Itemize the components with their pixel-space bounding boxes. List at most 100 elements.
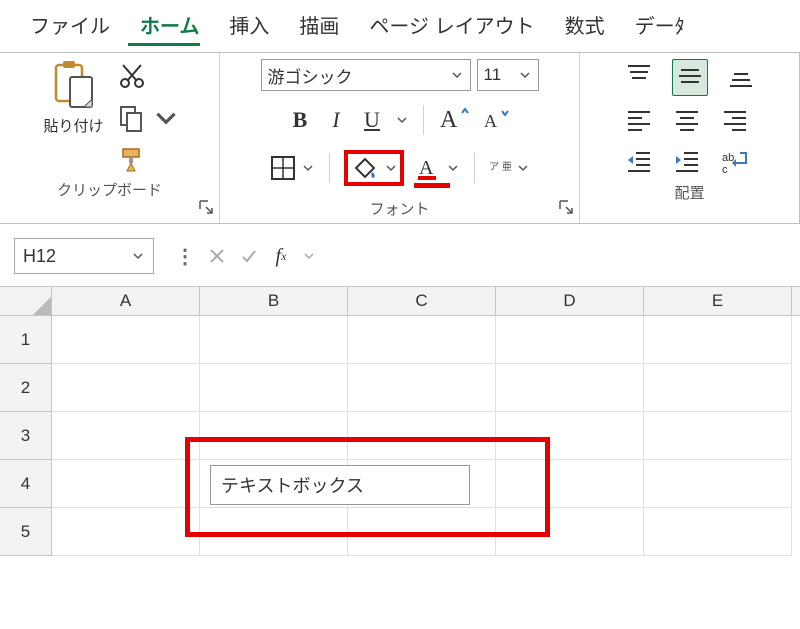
- chevron-down-icon: [301, 161, 315, 175]
- align-center-button[interactable]: [672, 106, 702, 137]
- textbox-shape[interactable]: テキストボックス: [210, 465, 470, 505]
- decrease-indent-icon: [624, 147, 654, 175]
- cell[interactable]: [52, 412, 200, 460]
- copy-button[interactable]: [117, 103, 181, 133]
- cell[interactable]: [52, 508, 200, 556]
- wrap-text-button[interactable]: abc: [720, 147, 750, 178]
- cell[interactable]: [644, 508, 792, 556]
- cell[interactable]: [644, 460, 792, 508]
- cell[interactable]: [200, 364, 348, 412]
- group-alignment: abc 配置: [580, 53, 799, 223]
- cell[interactable]: [644, 364, 792, 412]
- align-middle-button[interactable]: [672, 59, 708, 96]
- chevron-down-icon: [516, 161, 530, 175]
- row-header[interactable]: 5: [0, 508, 52, 556]
- font-color-icon: A: [414, 154, 442, 182]
- tab-draw[interactable]: 描画: [299, 10, 339, 39]
- col-header[interactable]: E: [644, 287, 792, 315]
- enter-button[interactable]: [234, 241, 264, 271]
- copy-icon: [117, 103, 147, 133]
- decrease-font-icon: A: [480, 103, 512, 133]
- format-painter-button[interactable]: [117, 145, 181, 175]
- increase-font-button[interactable]: A: [438, 103, 470, 136]
- group-font: 游ゴシック 11 B I U A A: [220, 53, 580, 223]
- chevron-down-icon[interactable]: [302, 249, 316, 263]
- dialog-launcher-icon: [557, 198, 575, 216]
- formula-menu[interactable]: ⋮: [170, 241, 200, 271]
- font-color-button[interactable]: A: [414, 154, 460, 182]
- cell[interactable]: [644, 316, 792, 364]
- cell[interactable]: [52, 316, 200, 364]
- group-alignment-label: 配置: [674, 182, 704, 203]
- chevron-down-icon: [131, 249, 145, 263]
- font-name-select[interactable]: 游ゴシック: [261, 59, 471, 91]
- increase-indent-button[interactable]: [672, 147, 702, 178]
- align-left-button[interactable]: [624, 106, 654, 137]
- cancel-button[interactable]: [202, 241, 232, 271]
- paste-button[interactable]: 貼り付け: [39, 59, 109, 136]
- font-launcher[interactable]: [557, 198, 575, 219]
- clipboard-launcher[interactable]: [197, 198, 215, 219]
- clipboard-side: [117, 61, 181, 175]
- borders-button[interactable]: [269, 154, 315, 182]
- phonetic-button[interactable]: ア 亜: [489, 161, 530, 175]
- italic-button[interactable]: I: [323, 107, 349, 133]
- tab-insert[interactable]: 挿入: [229, 10, 269, 39]
- decrease-font-button[interactable]: A: [480, 103, 512, 136]
- cell[interactable]: [200, 316, 348, 364]
- align-right-button[interactable]: [720, 106, 750, 137]
- svg-text:A: A: [484, 111, 497, 131]
- increase-font-icon: A: [438, 103, 470, 133]
- font-size-select[interactable]: 11: [477, 59, 539, 91]
- dialog-launcher-icon: [197, 198, 215, 216]
- tab-page-layout[interactable]: ページ レイアウト: [369, 10, 534, 39]
- row-header[interactable]: 3: [0, 412, 52, 460]
- font-name-value: 游ゴシック: [268, 63, 353, 88]
- align-top-button[interactable]: [624, 62, 654, 93]
- insert-function-button[interactable]: fx: [266, 241, 296, 271]
- cell[interactable]: [644, 412, 792, 460]
- cell[interactable]: [52, 460, 200, 508]
- svg-text:A: A: [440, 107, 458, 133]
- tab-formulas[interactable]: 数式: [565, 10, 605, 39]
- row-header[interactable]: 4: [0, 460, 52, 508]
- cell[interactable]: [348, 364, 496, 412]
- row-header[interactable]: 2: [0, 364, 52, 412]
- align-bottom-icon: [726, 62, 756, 90]
- decrease-indent-button[interactable]: [624, 147, 654, 178]
- cell[interactable]: [496, 364, 644, 412]
- chevron-down-icon[interactable]: [395, 113, 409, 127]
- col-header[interactable]: C: [348, 287, 496, 315]
- align-bottom-button[interactable]: [726, 62, 756, 93]
- group-font-label: フォント: [369, 198, 429, 219]
- col-header[interactable]: B: [200, 287, 348, 315]
- svg-text:ab: ab: [722, 152, 734, 164]
- cell[interactable]: [348, 316, 496, 364]
- tab-data[interactable]: デーﾀ: [635, 10, 685, 39]
- check-icon: [240, 247, 258, 265]
- underline-button[interactable]: U: [359, 107, 385, 133]
- tab-file[interactable]: ファイル: [30, 10, 110, 39]
- paint-bucket-icon: [350, 154, 380, 182]
- svg-text:c: c: [722, 164, 728, 175]
- cell[interactable]: [496, 316, 644, 364]
- row-header[interactable]: 1: [0, 316, 52, 364]
- cell[interactable]: [52, 364, 200, 412]
- name-box-value: H12: [23, 246, 56, 267]
- col-header[interactable]: D: [496, 287, 644, 315]
- chevron-down-icon: [446, 161, 460, 175]
- x-icon: [208, 247, 226, 265]
- col-header[interactable]: A: [52, 287, 200, 315]
- select-all-corner[interactable]: [0, 287, 52, 315]
- tab-home[interactable]: ホーム: [140, 10, 199, 39]
- chevron-down-icon: [384, 161, 398, 175]
- name-box[interactable]: H12: [14, 238, 154, 274]
- ruby-icon: ア 亜: [489, 163, 512, 173]
- cut-button[interactable]: [117, 61, 181, 91]
- spreadsheet-grid[interactable]: A B C D E 1 2 3 4 5 テキストボックス: [0, 286, 800, 556]
- active-tab-underline: [128, 43, 200, 46]
- bold-button[interactable]: B: [287, 107, 313, 133]
- separator: [329, 153, 330, 183]
- fill-color-button[interactable]: [344, 150, 404, 186]
- align-left-icon: [624, 106, 654, 134]
